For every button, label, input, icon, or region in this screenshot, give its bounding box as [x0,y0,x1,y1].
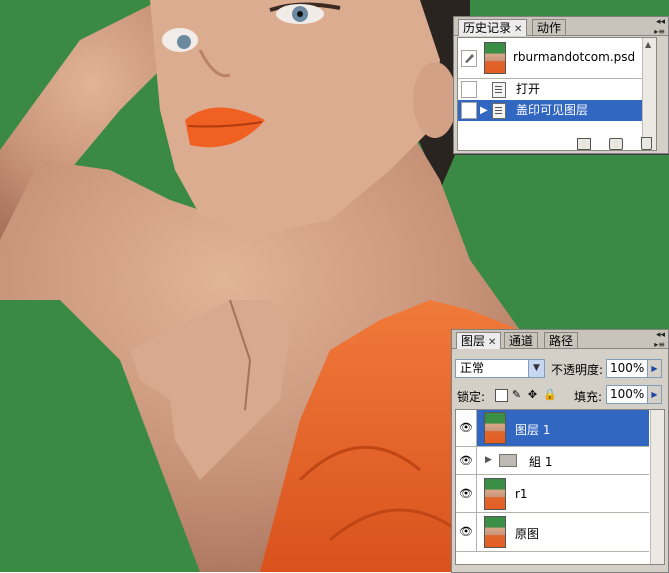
history-panel: 历史记录 ✕ 动作 ◂◂ ▸≡ rburmandotcom.psd 打开 ▶ 盖印… [453,16,669,154]
history-state-stamp-visible[interactable]: ▶ 盖印可见图层 [458,100,642,121]
history-tabbar: 历史记录 ✕ 动作 ◂◂ ▸≡ [454,17,668,36]
history-state-label: 打开 [516,82,541,96]
fill-label: 填充: [574,390,603,404]
layer-name[interactable]: 图层 1 [515,421,550,438]
tab-history[interactable]: 历史记录 ✕ [458,19,528,36]
tab-layers[interactable]: 图层 ✕ [456,332,502,349]
layers-panel: 图层 ✕ 通道 路径 ◂◂ ▸≡ 正常 ▼ 不透明度: 100% ▶ 锁定: ✎ … [451,329,669,573]
opacity-input[interactable]: 100% ▶ [606,359,662,378]
new-document-from-state-icon[interactable] [577,138,592,150]
lock-all-icon[interactable]: 🔒 [543,389,557,400]
blend-opacity-row: 正常 ▼ 不透明度: 100% ▶ [455,359,663,381]
tab-actions-label: 动作 [537,21,562,35]
tab-channels[interactable]: 通道 [504,332,539,348]
tab-paths[interactable]: 路径 [544,332,579,348]
visibility-eye-icon[interactable]: 👁 [456,447,477,474]
visibility-eye-icon[interactable]: 👁 [456,475,477,512]
opacity-label: 不透明度: [551,363,604,377]
layer-name[interactable]: 原图 [515,525,539,542]
layer-row[interactable]: 👁 原图 [456,513,649,552]
lock-transparent-pixels-icon[interactable] [495,389,508,402]
opacity-value: 100% [610,361,645,375]
tab-actions[interactable]: 动作 [532,19,567,35]
layers-scrollbar[interactable] [650,410,664,564]
camera-snapshot-icon[interactable] [609,138,624,150]
layers-tabbar: 图层 ✕ 通道 路径 ◂◂ ▸≡ [452,330,668,349]
close-icon[interactable]: ✕ [514,24,522,35]
lock-fill-row: 锁定: ✎ ✥ 🔒 填充: 100% ▶ [455,385,663,407]
history-scrollbar[interactable]: ▲ ▼ [642,38,656,150]
history-snapshot[interactable]: rburmandotcom.psd [458,38,642,79]
close-icon[interactable]: ✕ [488,337,496,348]
open-document-icon [492,82,506,98]
history-brush-box[interactable] [461,81,477,98]
layer-thumbnail [484,412,506,444]
panel-menu-icon[interactable]: ▸≡ [654,27,665,36]
layer-name[interactable]: r1 [515,487,528,501]
blend-mode-select[interactable]: 正常 ▼ [455,359,545,378]
tab-paths-label: 路径 [549,334,574,348]
lock-position-icon[interactable]: ✥ [527,389,538,400]
opacity-slider-arrow-icon[interactable]: ▶ [647,360,661,377]
tab-history-label: 历史记录 [463,21,512,35]
layer-thumbnail [484,478,506,510]
collapse-icon[interactable]: ◂◂ [656,331,665,340]
fill-input[interactable]: 100% ▶ [606,385,662,404]
fill-slider-arrow-icon[interactable]: ▶ [647,386,661,403]
layer-row[interactable]: 👁 ▶ 組 1 [456,447,649,475]
tab-layers-label: 图层 [461,334,486,348]
panel-menu-icon[interactable]: ▸≡ [654,340,665,349]
layer-row[interactable]: 👁 r1 [456,475,649,513]
trash-icon[interactable] [641,137,652,150]
scroll-up-icon[interactable]: ▲ [645,40,651,49]
lock-label: 锁定: [457,390,486,404]
fill-value: 100% [610,387,645,401]
layer-name[interactable]: 組 1 [529,453,552,470]
stamp-document-icon [492,103,506,119]
tab-channels-label: 通道 [509,334,534,348]
lock-image-pixels-icon[interactable]: ✎ [511,389,522,400]
folder-icon [499,454,517,467]
layers-list: 👁 图层 1 👁 ▶ 組 1 👁 r1 👁 原图 [455,409,665,565]
expand-triangle-icon[interactable]: ▶ [485,455,492,465]
snapshot-name: rburmandotcom.psd [513,50,636,64]
layer-row[interactable]: 👁 图层 1 [456,410,649,447]
visibility-eye-icon[interactable]: 👁 [456,513,477,551]
collapse-icon[interactable]: ◂◂ [656,18,665,27]
history-brush-box[interactable] [461,102,477,119]
chevron-down-icon[interactable]: ▼ [528,360,544,377]
history-footer [563,137,652,151]
snapshot-thumbnail [484,42,506,74]
history-brush-source-icon[interactable] [461,50,477,67]
history-state-open[interactable]: 打开 [458,79,642,100]
history-list: rburmandotcom.psd 打开 ▶ 盖印可见图层 ▲ ▼ [457,37,657,151]
visibility-eye-icon[interactable]: 👁 [456,410,477,446]
layer-thumbnail [484,516,506,548]
history-state-label: 盖印可见图层 [516,103,589,117]
blend-mode-value: 正常 [460,361,485,375]
current-state-marker-icon: ▶ [480,105,488,116]
